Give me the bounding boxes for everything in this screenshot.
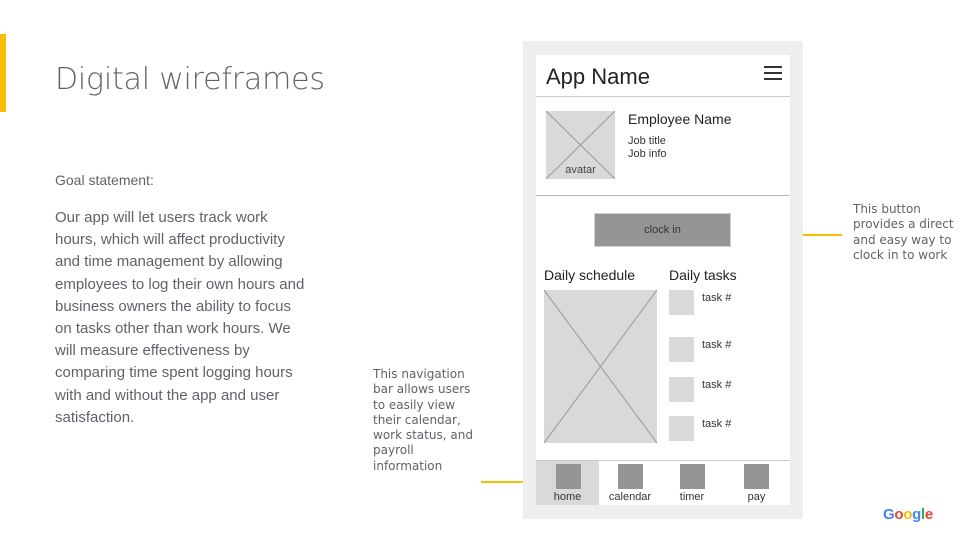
avatar-label: avatar [565, 164, 596, 176]
accent-bar [0, 34, 6, 112]
nav-bar-annotation: This navigation bar allows users to easi… [373, 367, 473, 473]
job-title: Job title [628, 135, 666, 147]
google-logo: Google [883, 506, 933, 523]
schedule-placeholder [544, 290, 657, 443]
logo-letter: g [912, 506, 921, 523]
daily-schedule-title: Daily schedule [544, 267, 636, 283]
task-checkbox[interactable] [669, 337, 694, 362]
logo-letter: o [903, 506, 913, 523]
pay-icon [744, 464, 769, 489]
clock-in-button[interactable]: clock in [594, 213, 731, 247]
job-info: Job info [628, 148, 667, 160]
app-header: App Name [536, 55, 790, 97]
nav-label: home [553, 491, 582, 503]
calendar-icon [618, 464, 643, 489]
logo-letter: G [883, 506, 895, 523]
nav-annotation-connector [481, 481, 523, 483]
task-label: task # [702, 418, 732, 430]
daily-tasks-title: Daily tasks [669, 267, 737, 283]
goal-statement-text: Our app will let users track work hours,… [55, 209, 305, 426]
goal-statement-label: Goal statement: [55, 172, 154, 188]
nav-item-pay[interactable]: pay [723, 461, 790, 505]
task-label: task # [702, 379, 732, 391]
task-item[interactable]: task # [669, 337, 799, 363]
nav-label: timer [679, 491, 705, 503]
timer-icon [680, 464, 705, 489]
clock-in-annotation: This button provides a direct and easy w… [853, 202, 954, 262]
logo-letter: e [924, 506, 933, 523]
task-item[interactable]: task # [669, 377, 799, 403]
task-item[interactable]: task # [669, 290, 799, 316]
employee-name: Employee Name [628, 111, 732, 127]
profile-section: avatar Employee Name Job title Job info [536, 97, 790, 196]
image-placeholder-icon [544, 290, 657, 443]
hamburger-menu-icon[interactable] [764, 66, 782, 80]
logo-letter: o [894, 506, 904, 523]
nav-item-timer[interactable]: timer [661, 461, 723, 505]
nav-label: pay [747, 491, 766, 503]
avatar-placeholder: avatar [546, 111, 615, 179]
phone-wireframe: App Name avatar Employee Name Job title … [523, 41, 803, 519]
home-icon [556, 464, 581, 489]
app-name: App Name [546, 64, 650, 89]
nav-label: calendar [608, 491, 652, 503]
task-label: task # [702, 292, 732, 304]
task-checkbox[interactable] [669, 377, 694, 402]
nav-item-home[interactable]: home [536, 461, 599, 505]
slide-title: Digital wireframes [55, 62, 325, 97]
nav-item-calendar[interactable]: calendar [599, 461, 661, 505]
task-checkbox[interactable] [669, 416, 694, 441]
task-label: task # [702, 339, 732, 351]
task-item[interactable]: task # [669, 416, 799, 442]
task-checkbox[interactable] [669, 290, 694, 315]
phone-screen: App Name avatar Employee Name Job title … [536, 55, 790, 505]
bottom-nav-bar: home calendar timer pay [536, 460, 790, 505]
